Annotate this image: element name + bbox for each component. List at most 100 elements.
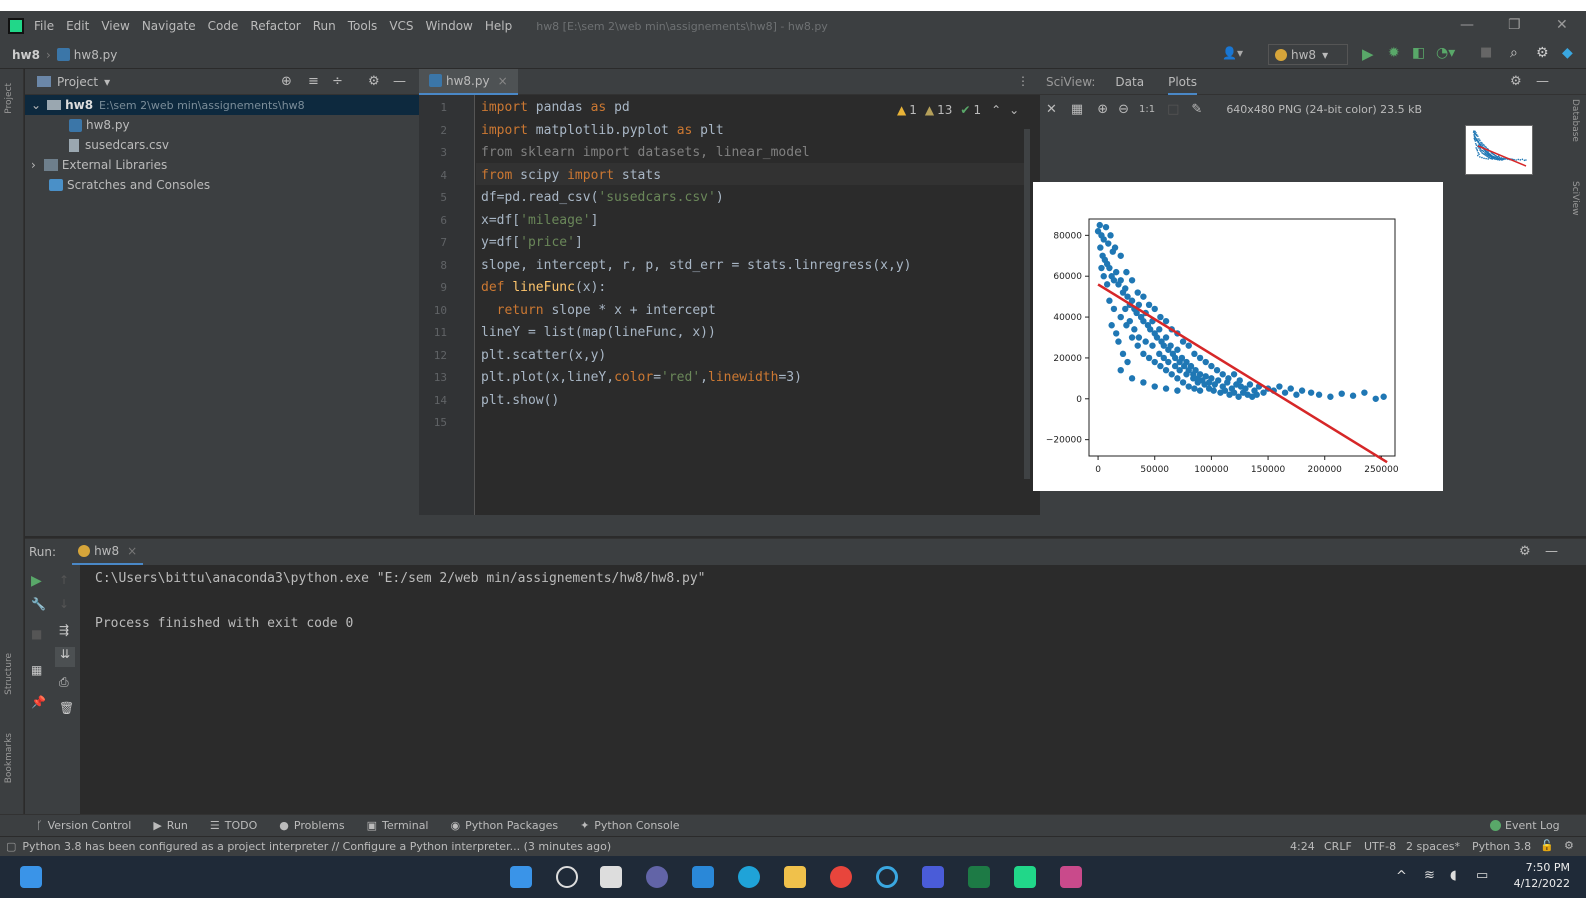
close-tab-icon[interactable]: × xyxy=(127,544,137,558)
menu-vcs[interactable]: VCS xyxy=(389,19,413,33)
wifi-icon[interactable]: ≋ xyxy=(1424,868,1435,883)
trash-icon[interactable]: 🗑 xyxy=(59,701,74,715)
rerun-icon[interactable]: ▶ xyxy=(31,573,42,589)
code-line[interactable]: import matplotlib.pyplot as plt xyxy=(481,123,724,138)
menu-help[interactable]: Help xyxy=(485,19,512,33)
settings-gear-icon[interactable]: ⚙ xyxy=(1536,45,1549,61)
fit-screen-icon[interactable]: ✕ xyxy=(1046,102,1057,117)
layout-icon[interactable]: ▦ xyxy=(31,663,42,677)
coverage-icon[interactable]: ◧ xyxy=(1412,45,1425,61)
code-line[interactable]: return slope * x + intercept xyxy=(481,303,716,318)
tool-todo[interactable]: ☰ TODO xyxy=(210,819,257,832)
tool-version-control[interactable]: ᚴ Version Control xyxy=(36,819,131,832)
teams-chat-icon[interactable] xyxy=(646,866,668,888)
code-line[interactable]: plt.show() xyxy=(481,393,559,408)
start-menu-icon[interactable] xyxy=(20,866,42,888)
code-line[interactable]: import pandas as pd xyxy=(481,100,630,115)
stop-icon[interactable]: ■ xyxy=(1480,45,1492,60)
breadcrumb-project[interactable]: hw8 xyxy=(12,48,40,62)
project-panel-title[interactable]: Project xyxy=(57,75,98,89)
status-message[interactable]: Python 3.8 has been configured as a proj… xyxy=(22,840,611,853)
plot-thumbnail[interactable] xyxy=(1465,125,1533,175)
tab-plots[interactable]: Plots xyxy=(1168,75,1197,95)
menu-navigate[interactable]: Navigate xyxy=(142,19,196,33)
tree-item-susedcars-csv[interactable]: susedcars.csv xyxy=(25,135,419,155)
zoom-in-icon[interactable]: ⊕ xyxy=(1097,102,1108,117)
gear-icon[interactable]: ⚙ xyxy=(1510,74,1522,89)
up-arrow-icon[interactable]: ↑ xyxy=(59,573,69,587)
menu-view[interactable]: View xyxy=(101,19,129,33)
editor-scrollbar[interactable] xyxy=(1024,129,1030,479)
menu-tools[interactable]: Tools xyxy=(348,19,378,33)
code-line[interactable]: from scipy import stats xyxy=(481,168,661,183)
volume-icon[interactable]: ◖ xyxy=(1450,868,1457,883)
wrench-icon[interactable]: 🔧 xyxy=(31,597,46,611)
database-tool-tab[interactable]: Database xyxy=(1570,99,1580,142)
task-view-icon[interactable] xyxy=(600,866,622,888)
battery-icon[interactable]: ▭ xyxy=(1476,868,1488,883)
chevron-down-icon[interactable]: ▾ xyxy=(104,75,110,89)
mail-icon[interactable] xyxy=(692,866,714,888)
menu-window[interactable]: Window xyxy=(426,19,473,33)
run-tab-hw8[interactable]: hw8 × xyxy=(72,539,144,565)
status-line-separator[interactable]: CRLF xyxy=(1324,840,1352,853)
tree-item-external-libraries[interactable]: › External Libraries xyxy=(25,155,419,175)
code-line[interactable]: plt.scatter(x,y) xyxy=(481,348,606,363)
code-line[interactable]: plt.plot(x,lineY,color='red',linewidth=3… xyxy=(481,370,802,385)
event-log[interactable]: Event Log xyxy=(1490,819,1560,832)
tree-item-hw8-py[interactable]: hw8.py xyxy=(25,115,419,135)
code-line[interactable]: def lineFunc(x): xyxy=(481,280,606,295)
tree-root-hw8[interactable]: ⌄ hw8 E:\sem 2\web min\assignements\hw8 xyxy=(25,95,419,115)
gear-icon[interactable]: ⚙ xyxy=(368,74,380,89)
excel-icon[interactable] xyxy=(968,866,990,888)
chrome-icon[interactable] xyxy=(830,866,852,888)
project-tool-tab[interactable]: Project xyxy=(4,83,14,114)
snip-tool-icon[interactable] xyxy=(1060,866,1082,888)
cortana-icon[interactable] xyxy=(876,866,898,888)
breadcrumb-file[interactable]: hw8.py xyxy=(74,48,118,62)
plugin-icon[interactable]: ◆ xyxy=(1562,45,1573,61)
tool-problems[interactable]: ● Problems xyxy=(279,819,344,832)
tool-terminal[interactable]: ▣ Terminal xyxy=(367,819,429,832)
pycharm-taskbar-icon[interactable] xyxy=(1014,866,1036,888)
scroll-to-end-icon[interactable]: ⇊ xyxy=(55,647,75,667)
code-line[interactable]: slope, intercept, r, p, std_err = stats.… xyxy=(481,258,911,273)
tray-chevron-up-icon[interactable]: ^ xyxy=(1396,869,1407,884)
hide-icon[interactable]: — xyxy=(393,74,406,89)
search-icon[interactable]: ⌕ xyxy=(1510,45,1518,61)
editor-horizontal-scrollbar[interactable] xyxy=(419,515,1040,536)
color-picker-icon[interactable]: ✎ xyxy=(1191,102,1202,117)
clock-date[interactable]: 4/12/2022 xyxy=(1510,877,1570,890)
search-icon[interactable] xyxy=(556,866,578,888)
print-icon[interactable]: ⎙ xyxy=(59,675,69,690)
windows-start-icon[interactable] xyxy=(510,866,532,888)
anaconda-icon[interactable] xyxy=(922,866,944,888)
sciview-tool-tab[interactable]: SciView xyxy=(1570,181,1580,216)
grid-icon[interactable]: ▦ xyxy=(1071,102,1083,117)
actual-size-button[interactable]: 1:1 xyxy=(1139,104,1155,115)
code-line[interactable]: df=pd.read_csv('susedcars.csv') xyxy=(481,190,724,205)
user-icon[interactable]: 👤▾ xyxy=(1222,46,1243,60)
code-line[interactable]: x=df['mileage'] xyxy=(481,213,598,228)
hide-icon[interactable]: — xyxy=(1545,544,1558,559)
debug-icon[interactable]: ✹ xyxy=(1388,45,1400,61)
soft-wrap-icon[interactable]: ⇶ xyxy=(59,623,69,637)
file-explorer-icon[interactable] xyxy=(784,866,806,888)
maximize-icon[interactable]: ❐ xyxy=(1508,17,1521,33)
collapse-all-icon[interactable]: ÷ xyxy=(332,74,343,89)
run-config-select[interactable]: hw8 ▾ xyxy=(1268,44,1348,65)
expand-all-icon[interactable]: ≡ xyxy=(308,74,319,89)
status-indent[interactable]: 2 spaces* xyxy=(1406,840,1460,853)
editor-tab-hw8-py[interactable]: hw8.py × xyxy=(419,68,518,95)
tool-python-packages[interactable]: ◉ Python Packages xyxy=(451,819,559,832)
status-toggle-icon[interactable]: ▢ xyxy=(6,840,16,853)
profile-icon[interactable]: ◔▾ xyxy=(1436,45,1455,61)
status-interpreter[interactable]: Python 3.8 xyxy=(1472,840,1531,853)
minimize-icon[interactable]: — xyxy=(1460,17,1474,33)
code-line[interactable]: y=df['price'] xyxy=(481,235,583,250)
edge-browser-icon[interactable] xyxy=(738,866,760,888)
close-icon[interactable]: ✕ xyxy=(1556,17,1568,33)
pin-icon[interactable]: 📌 xyxy=(31,695,46,709)
stop-icon[interactable]: ■ xyxy=(31,627,42,641)
tool-run[interactable]: ▶ Run xyxy=(153,819,188,832)
